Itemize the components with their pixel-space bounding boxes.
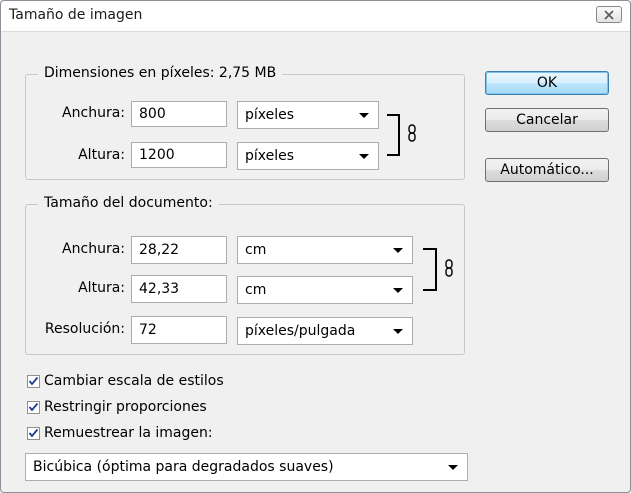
resample-label: Remuestrear la imagen: bbox=[44, 425, 213, 441]
scale-styles-label: Cambiar escala de estilos bbox=[44, 373, 224, 389]
chevron-down-icon bbox=[393, 288, 403, 293]
pixel-height-label: Altura: bbox=[78, 147, 125, 163]
constrain-checkbox[interactable] bbox=[27, 400, 40, 414]
chain-link-icon bbox=[445, 259, 453, 277]
doc-width-unit-select[interactable]: cm bbox=[237, 236, 413, 264]
pixel-height-unit-value: píxeles bbox=[245, 148, 295, 164]
chevron-down-icon bbox=[359, 113, 369, 118]
checkmark-icon bbox=[28, 402, 39, 412]
cancel-button[interactable]: Cancelar bbox=[485, 108, 609, 132]
window-title: Tamaño de imagen bbox=[9, 7, 143, 23]
pixel-width-unit-value: píxeles bbox=[245, 107, 295, 123]
doc-height-label: Altura: bbox=[78, 280, 125, 296]
doc-height-input[interactable] bbox=[131, 275, 227, 303]
doc-width-label: Anchura: bbox=[62, 241, 125, 257]
scale-styles-checkbox[interactable] bbox=[27, 374, 40, 388]
pixel-width-label: Anchura: bbox=[62, 105, 125, 121]
doc-constrain-bracket bbox=[423, 248, 437, 291]
pixel-constrain-bracket bbox=[387, 114, 400, 156]
pixel-dimensions-legend: Dimensiones en píxeles: 2,75 MB bbox=[38, 65, 283, 81]
resolution-label: Resolución: bbox=[44, 321, 125, 337]
checkmark-icon bbox=[28, 376, 39, 386]
chevron-down-icon bbox=[393, 248, 403, 253]
resample-checkbox[interactable] bbox=[27, 426, 40, 440]
document-size-legend: Tamaño del documento: bbox=[38, 195, 219, 211]
doc-height-unit-value: cm bbox=[245, 282, 267, 298]
resample-method-select[interactable]: Bicúbica (óptima para degradados suaves) bbox=[25, 453, 468, 481]
scale-styles-option[interactable]: Cambiar escala de estilos bbox=[27, 373, 224, 389]
resolution-unit-value: píxeles/pulgada bbox=[245, 323, 356, 339]
doc-height-unit-select[interactable]: cm bbox=[237, 276, 413, 304]
constrain-label: Restringir proporciones bbox=[44, 399, 207, 415]
auto-button[interactable]: Automático... bbox=[485, 158, 609, 182]
pixel-height-input[interactable] bbox=[131, 142, 227, 168]
image-size-dialog: Tamaño de imagen Dimensiones en píxeles:… bbox=[0, 0, 631, 493]
checkmark-icon bbox=[28, 428, 39, 438]
title-bar: Tamaño de imagen bbox=[1, 1, 630, 32]
close-button[interactable] bbox=[596, 6, 622, 23]
doc-width-unit-value: cm bbox=[245, 242, 267, 258]
close-icon bbox=[604, 9, 614, 20]
ok-button[interactable]: OK bbox=[485, 71, 609, 95]
pixel-width-input[interactable] bbox=[131, 101, 227, 127]
chevron-down-icon bbox=[393, 329, 403, 334]
resample-method-value: Bicúbica (óptima para degradados suaves) bbox=[33, 459, 334, 475]
doc-width-input[interactable] bbox=[131, 236, 227, 264]
chain-link-icon bbox=[408, 124, 416, 142]
pixel-dimensions-size: 2,75 MB bbox=[218, 65, 277, 81]
pixel-width-unit-select[interactable]: píxeles bbox=[237, 101, 379, 129]
chevron-down-icon bbox=[359, 154, 369, 159]
chevron-down-icon bbox=[448, 465, 458, 470]
constrain-option[interactable]: Restringir proporciones bbox=[27, 399, 207, 415]
resolution-input[interactable] bbox=[131, 316, 227, 344]
resample-option[interactable]: Remuestrear la imagen: bbox=[27, 425, 213, 441]
pixel-height-unit-select[interactable]: píxeles bbox=[237, 142, 379, 170]
resolution-unit-select[interactable]: píxeles/pulgada bbox=[237, 317, 413, 345]
